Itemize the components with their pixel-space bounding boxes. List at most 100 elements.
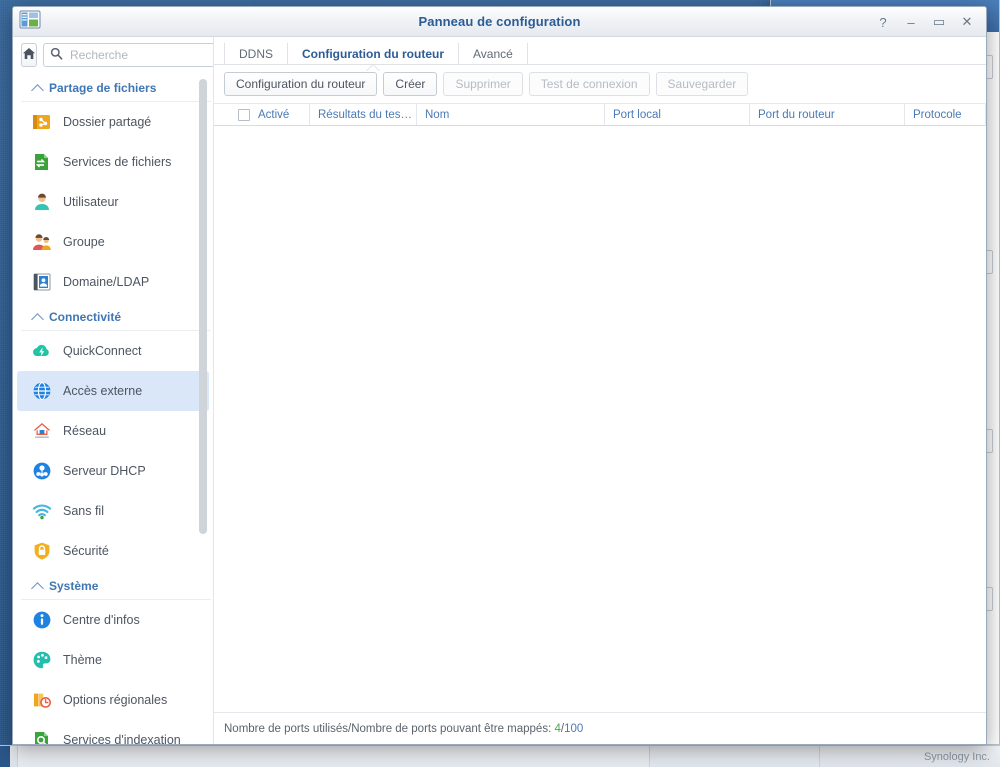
close-button[interactable]: ✕ (954, 10, 980, 34)
chevron-up-icon (31, 84, 44, 97)
sidebar-item-services-de-fichiers[interactable]: Services de fichiers (17, 142, 209, 182)
external-access-icon (31, 380, 53, 402)
tab-ddns[interactable]: DDNS (224, 43, 288, 65)
search-box[interactable] (43, 43, 214, 67)
sidebar-item-theme[interactable]: Thème (17, 640, 209, 680)
window-controls[interactable]: ? – ▭ ✕ (870, 7, 980, 37)
grid-body[interactable] (214, 126, 986, 712)
ports-total-value: 100 (564, 723, 583, 735)
shared-folder-icon (31, 111, 53, 133)
sidebar-item-options-regionales[interactable]: Options régionales (17, 680, 209, 720)
security-icon (31, 540, 53, 562)
status-bar: Nombre de ports utilisés/Nombre de ports… (214, 712, 986, 744)
sidebar-item-services-d-indexation[interactable]: Services d'indexation (17, 720, 209, 744)
window-body: Partage de fichiers Dossier partagé Servic… (13, 37, 986, 744)
sidebar-item-label: Dossier partagé (63, 115, 151, 129)
home-icon (22, 47, 36, 63)
sidebar-item-label: Options régionales (63, 693, 167, 707)
sidebar-item-dossier-partage[interactable]: Dossier partagé (17, 102, 209, 142)
column-header-local-port[interactable]: Port local (605, 104, 750, 125)
save-button[interactable]: Sauvegarder (656, 72, 749, 96)
quickconnect-icon (31, 340, 53, 362)
sidebar-group-header[interactable]: Connectivité (21, 302, 211, 331)
domain-ldap-icon (31, 271, 53, 293)
sidebar-group-label: Système (49, 579, 98, 593)
sidebar-search-bar (13, 37, 213, 73)
regional-options-icon (31, 689, 53, 711)
theme-icon (31, 649, 53, 671)
column-header-active-label: Activé (258, 109, 289, 121)
sidebar-item-label: Sans fil (63, 504, 104, 518)
sidebar-group-header[interactable]: Partage de fichiers (21, 73, 211, 102)
minimize-button[interactable]: – (898, 10, 924, 34)
sidebar-item-sans-fil[interactable]: Sans fil (17, 491, 209, 531)
sidebar: Partage de fichiers Dossier partagé Servic… (13, 37, 214, 744)
sidebar-item-label: Services d'indexation (63, 733, 181, 744)
router-configuration-button[interactable]: Configuration du routeur (224, 72, 377, 96)
sidebar-item-label: Utilisateur (63, 195, 119, 209)
taskbar-segment-right (650, 746, 820, 767)
window-titlebar[interactable]: Panneau de configuration ? – ▭ ✕ (13, 7, 986, 37)
sidebar-item-label: Services de fichiers (63, 155, 171, 169)
tab-bar[interactable]: DDNS Configuration du routeur Avancé (214, 37, 986, 65)
sidebar-item-label: Accès externe (63, 384, 142, 398)
sidebar-group-header[interactable]: Système (21, 571, 211, 600)
sidebar-item-securite[interactable]: Sécurité (17, 531, 209, 571)
group-icon (31, 231, 53, 253)
sidebar-item-utilisateur[interactable]: Utilisateur (17, 182, 209, 222)
sidebar-item-centre-d-infos[interactable]: Centre d'infos (17, 600, 209, 640)
sidebar-item-domaine-ldap[interactable]: Domaine/LDAP (17, 262, 209, 302)
port-forwarding-grid: Activé Résultats du tes… Nom Port local … (214, 103, 986, 712)
info-center-icon (31, 609, 53, 631)
search-input[interactable] (68, 47, 214, 63)
sidebar-item-label: Thème (63, 653, 102, 667)
file-services-icon (31, 151, 53, 173)
sidebar-item-quickconnect[interactable]: QuickConnect (17, 331, 209, 371)
column-header-active[interactable]: Activé (214, 104, 310, 125)
sidebar-item-groupe[interactable]: Groupe (17, 222, 209, 262)
sidebar-item-label: Domaine/LDAP (63, 275, 149, 289)
taskbar[interactable]: Synology Inc. (0, 745, 1000, 767)
taskbar-left-edge (0, 746, 10, 767)
sidebar-item-label: Réseau (63, 424, 106, 438)
sidebar-list: Partage de fichiers Dossier partagé Servic… (13, 73, 213, 744)
sidebar-item-label: Serveur DHCP (63, 464, 146, 478)
taskbar-brand: Synology Inc. (820, 751, 1000, 763)
delete-button[interactable]: Supprimer (443, 72, 522, 96)
maximize-button[interactable]: ▭ (926, 10, 952, 34)
sidebar-group-label: Partage de fichiers (49, 81, 156, 95)
sidebar-item-acces-externe[interactable]: Accès externe (17, 371, 209, 411)
window-title: Panneau de configuration (13, 14, 986, 29)
connection-test-button[interactable]: Test de connexion (529, 72, 650, 96)
control-panel-window[interactable]: Panneau de configuration ? – ▭ ✕ (12, 6, 987, 745)
dhcp-server-icon (31, 460, 53, 482)
column-header-router-port[interactable]: Port du routeur (750, 104, 905, 125)
tab-configuration-du-routeur[interactable]: Configuration du routeur (288, 43, 459, 65)
toolbar[interactable]: Configuration du routeur Créer Supprimer… (214, 65, 986, 103)
sidebar-item-label: Sécurité (63, 544, 109, 558)
control-panel-icon (19, 10, 41, 30)
sidebar-scrollbar-track[interactable] (202, 75, 210, 742)
status-label: Nombre de ports utilisés/Nombre de ports… (224, 723, 551, 735)
content-pane: DDNS Configuration du routeur Avancé Con… (214, 37, 986, 744)
create-button[interactable]: Créer (383, 72, 437, 96)
network-icon (31, 420, 53, 442)
column-header-name[interactable]: Nom (417, 104, 605, 125)
help-button[interactable]: ? (870, 10, 896, 34)
tab-bar-underline (214, 64, 986, 65)
home-button[interactable] (21, 43, 37, 67)
chevron-up-icon (31, 313, 44, 326)
column-header-protocol[interactable]: Protocole (905, 104, 986, 125)
column-header-test-results[interactable]: Résultats du tes… (310, 104, 417, 125)
sidebar-item-serveur-dhcp[interactable]: Serveur DHCP (17, 451, 209, 491)
sidebar-scroll-area[interactable]: Partage de fichiers Dossier partagé Servic… (13, 73, 213, 744)
sidebar-item-reseau[interactable]: Réseau (17, 411, 209, 451)
wireless-icon (31, 500, 53, 522)
grid-header-row: Activé Résultats du tes… Nom Port local … (214, 103, 986, 126)
tab-avance[interactable]: Avancé (459, 43, 528, 65)
select-all-checkbox[interactable] (238, 109, 250, 121)
sidebar-item-label: Centre d'infos (63, 613, 140, 627)
sidebar-item-label: Groupe (63, 235, 105, 249)
sidebar-scrollbar-thumb[interactable] (199, 79, 207, 534)
taskbar-segment-middle (18, 746, 650, 767)
